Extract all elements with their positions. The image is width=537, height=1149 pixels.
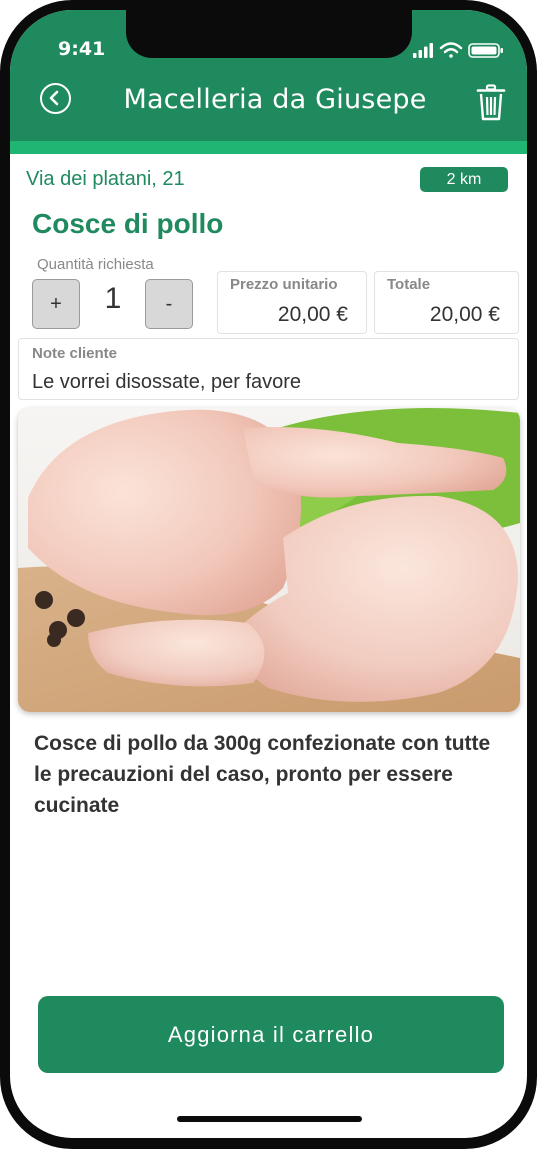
wifi-icon (439, 42, 463, 58)
update-cart-button[interactable]: Aggiorna il carrello (38, 996, 504, 1073)
quantity-label: Quantità richiesta (37, 256, 154, 273)
unit-price-value: 20,00 € (277, 303, 348, 326)
device-notch (126, 10, 412, 58)
distance-badge: 2 km (420, 167, 508, 192)
quantity-value: 1 (104, 282, 122, 315)
total-value: 20,00 € (429, 303, 500, 326)
notes-box[interactable]: Note cliente Le vorrei disossate, per fa… (18, 338, 519, 400)
total-box: Totale 20,00 € (374, 271, 519, 334)
battery-icon (468, 43, 503, 58)
total-label: Totale (387, 276, 431, 293)
app-screen: 9:41 Macelleria da Giusepe Via dei plata… (10, 10, 527, 1138)
status-time: 9:41 (58, 38, 106, 60)
product-title: Cosce di pollo (32, 208, 224, 239)
status-icons (413, 42, 503, 58)
product-description: Cosce di pollo da 300g confezionate con … (34, 732, 491, 817)
product-photo (18, 408, 520, 712)
shop-address: Via dei platani, 21 (26, 168, 185, 190)
unit-price-label: Prezzo unitario (230, 276, 338, 293)
home-indicator (177, 1116, 362, 1122)
header-accent-line (10, 141, 527, 154)
increment-button[interactable]: + (32, 279, 80, 329)
unit-price-box: Prezzo unitario 20,00 € (217, 271, 367, 334)
back-button[interactable] (40, 83, 71, 114)
signal-icon (413, 43, 433, 58)
trash-icon[interactable] (476, 84, 506, 122)
phone-frame: 9:41 Macelleria da Giusepe Via dei plata… (0, 0, 537, 1149)
notes-label: Note cliente (32, 345, 118, 362)
decrement-button[interactable]: - (145, 279, 193, 329)
notes-value: Le vorrei disossate, per favore (32, 371, 302, 393)
back-icon (49, 90, 59, 106)
page-title: Macelleria da Giusepe (123, 84, 427, 115)
